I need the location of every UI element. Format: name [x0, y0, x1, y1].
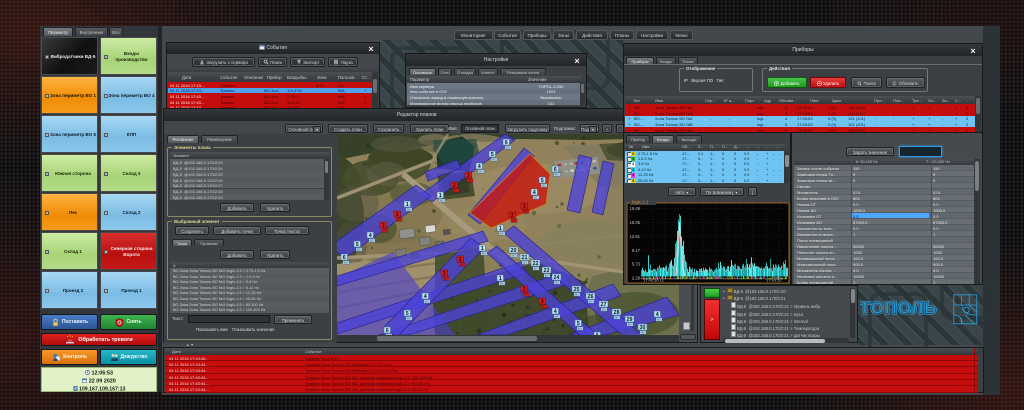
- svg-text:2: 2: [453, 183, 456, 189]
- svg-text:ВО: ВО: [534, 266, 538, 270]
- svg-text:9.17: 9.17: [632, 248, 641, 253]
- svg-text:3: 3: [443, 271, 446, 277]
- svg-text:ВО: ВО: [512, 253, 516, 257]
- svg-text:ВО: ВО: [589, 299, 593, 303]
- svg-text:3: 3: [523, 204, 526, 210]
- svg-text:ВО: ВО: [542, 304, 546, 308]
- svg-text:ВО: ВО: [628, 322, 632, 326]
- svg-text:1: 1: [499, 226, 502, 232]
- svg-text:24: 24: [554, 275, 560, 281]
- svg-text:ВО: ВО: [578, 326, 582, 330]
- svg-text:2: 2: [511, 213, 514, 219]
- svg-text:6: 6: [343, 255, 346, 261]
- svg-text:ВО: ВО: [440, 198, 444, 202]
- svg-text:17:43:52: 17:43:52: [766, 278, 782, 283]
- svg-text:ВО: ВО: [542, 183, 546, 187]
- svg-text:logic-1:1: logic-1:1: [632, 200, 649, 205]
- svg-text:ВО: ВО: [444, 276, 448, 280]
- svg-text:16.05: 16.05: [630, 220, 641, 225]
- svg-text:4: 4: [424, 294, 427, 300]
- svg-text:ВО: ВО: [555, 314, 559, 318]
- svg-text:ВО: ВО: [524, 209, 528, 213]
- svg-text:2.29: 2.29: [632, 276, 641, 281]
- svg-text:ВО: ВО: [492, 157, 496, 161]
- svg-text:ВО: ВО: [615, 315, 619, 319]
- svg-text:ВО: ВО: [425, 299, 429, 303]
- svg-text:ВО: ВО: [657, 317, 661, 321]
- svg-text:3: 3: [541, 299, 544, 305]
- svg-text:ВО: ВО: [468, 178, 472, 182]
- svg-text:5: 5: [541, 178, 544, 184]
- svg-text:ВО: ВО: [344, 260, 348, 264]
- svg-text:17:43:36 1с: 17:43:36 1с: [643, 278, 664, 283]
- svg-text:5.73: 5.73: [632, 262, 641, 267]
- svg-text:3: 3: [467, 173, 470, 179]
- svg-text:ВО: ВО: [506, 145, 510, 149]
- svg-text:29: 29: [627, 317, 633, 323]
- svg-text:ВО: ВО: [370, 238, 374, 242]
- svg-text:ТОПОЛЬ: ТОПОЛЬ: [860, 300, 937, 318]
- svg-text:ВО: ВО: [524, 292, 528, 296]
- svg-text:28: 28: [614, 310, 620, 316]
- svg-text:ВО: ВО: [512, 218, 516, 222]
- svg-text:21: 21: [522, 255, 528, 261]
- svg-text:2: 2: [396, 212, 399, 218]
- svg-text:ВО: ВО: [534, 195, 538, 199]
- svg-text:6: 6: [386, 328, 389, 334]
- svg-text:4: 4: [656, 312, 659, 318]
- svg-text:23: 23: [544, 268, 550, 274]
- svg-text:ВО: ВО: [523, 260, 527, 264]
- svg-text:6: 6: [505, 140, 508, 146]
- svg-text:ВО: ВО: [357, 247, 361, 251]
- svg-text:6: 6: [554, 167, 557, 173]
- svg-text:5: 5: [356, 242, 359, 248]
- svg-text:ВО: ВО: [460, 262, 464, 266]
- svg-text:ВО: ВО: [407, 316, 411, 320]
- svg-text:19.49: 19.49: [630, 206, 641, 211]
- svg-text:5: 5: [406, 311, 409, 317]
- svg-text:26: 26: [588, 294, 594, 300]
- svg-text:ВО: ВО: [387, 333, 391, 335]
- svg-text:ВО: ВО: [383, 228, 387, 232]
- svg-text:25: 25: [574, 287, 580, 293]
- svg-text:ВО: ВО: [397, 217, 401, 221]
- svg-text:2: 2: [523, 287, 526, 293]
- svg-text:3: 3: [382, 223, 385, 229]
- svg-text:ВО: ВО: [555, 280, 559, 284]
- svg-text:1: 1: [439, 193, 442, 199]
- svg-text:27: 27: [601, 302, 607, 308]
- svg-text:22: 22: [533, 261, 539, 267]
- svg-text:1: 1: [481, 246, 484, 252]
- svg-text:20: 20: [511, 248, 517, 254]
- svg-text:4: 4: [554, 309, 557, 315]
- svg-text:12.61: 12.61: [630, 234, 641, 239]
- svg-text:ВО: ВО: [545, 273, 549, 277]
- svg-text:2: 2: [459, 257, 462, 263]
- svg-text:6: 6: [596, 333, 599, 335]
- svg-text:4: 4: [369, 233, 372, 239]
- svg-text:ВО: ВО: [555, 172, 559, 176]
- svg-text:ВО: ВО: [454, 188, 458, 192]
- svg-text:1: 1: [406, 202, 409, 208]
- svg-text:30: 30: [640, 325, 646, 331]
- svg-text:ВО: ВО: [479, 169, 483, 173]
- svg-text:ВО: ВО: [641, 330, 645, 334]
- svg-text:ВО: ВО: [500, 231, 504, 235]
- svg-text:ВО: ВО: [602, 307, 606, 311]
- svg-text:ВО: ВО: [482, 251, 486, 255]
- svg-text:5: 5: [577, 321, 580, 327]
- svg-text:5: 5: [491, 152, 494, 158]
- svg-text:4: 4: [478, 164, 481, 170]
- svg-text:4: 4: [533, 190, 536, 196]
- svg-text:ВО: ВО: [407, 207, 411, 211]
- svg-text:1: 1: [499, 276, 502, 282]
- svg-text:ВО: ВО: [575, 292, 579, 296]
- svg-text:ВО: ВО: [500, 281, 504, 285]
